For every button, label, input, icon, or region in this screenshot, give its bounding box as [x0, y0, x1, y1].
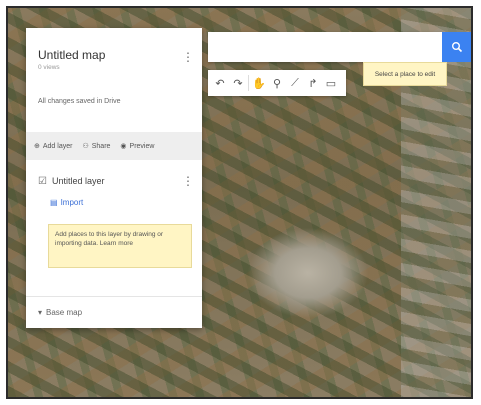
- base-map-label: Base map: [46, 308, 83, 317]
- redo-icon[interactable]: ↷: [230, 73, 246, 93]
- import-link[interactable]: ▤ Import: [50, 198, 83, 207]
- map-subtitle: 0 views: [38, 64, 60, 71]
- layer-options-icon[interactable]: ⋮: [182, 174, 194, 188]
- toolbar-divider: [248, 75, 249, 91]
- layer-name[interactable]: Untitled layer: [52, 176, 105, 186]
- map-title[interactable]: Untitled map: [38, 48, 105, 62]
- map-options-icon[interactable]: ⋮: [182, 50, 194, 64]
- add-layer-label: Add layer: [42, 142, 73, 150]
- save-status: All changes saved in Drive: [38, 98, 121, 105]
- marker-icon[interactable]: ⚲: [269, 73, 285, 93]
- import-icon: ▤: [50, 198, 58, 207]
- hand-icon[interactable]: ✋: [251, 73, 267, 93]
- preview-label: Preview: [129, 142, 155, 150]
- layer-hint: Add places to this layer by drawing or i…: [48, 224, 192, 268]
- line-icon[interactable]: ⟋: [287, 73, 303, 93]
- search-icon: [452, 42, 463, 53]
- preview-button[interactable]: ◉ Preview: [120, 142, 155, 151]
- panel-actions: ⊕ Add layer ⚇ Share ◉ Preview: [26, 132, 202, 160]
- search-input[interactable]: [208, 32, 442, 62]
- ruler-icon[interactable]: ▭: [323, 73, 339, 93]
- search-button[interactable]: [442, 32, 471, 62]
- undo-icon[interactable]: ↶: [212, 73, 228, 93]
- base-map-selector[interactable]: ▾ Base map: [26, 296, 202, 328]
- share-label: Share: [91, 142, 111, 150]
- map-toolbar: ↶ ↷ ✋ ⚲ ⟋ ↱ ▭: [208, 70, 346, 96]
- chevron-down-icon: ▾: [38, 308, 43, 317]
- window-frame: ↶ ↷ ✋ ⚲ ⟋ ↱ ▭ Select a place to edit Unt…: [6, 6, 473, 399]
- import-label: Import: [60, 198, 84, 207]
- tooltip: Select a place to edit: [363, 62, 447, 86]
- add-layer-icon: ⊕: [34, 143, 40, 150]
- share-icon: ⚇: [82, 143, 89, 150]
- map-side-panel: Untitled map 0 views ⋮ All changes saved…: [26, 28, 202, 328]
- share-button[interactable]: ⚇ Share: [82, 142, 111, 151]
- preview-icon: ◉: [120, 143, 127, 150]
- layer-checkbox[interactable]: ☑: [38, 176, 47, 187]
- route-icon[interactable]: ↱: [305, 73, 321, 93]
- add-layer-button[interactable]: ⊕ Add layer: [34, 142, 73, 151]
